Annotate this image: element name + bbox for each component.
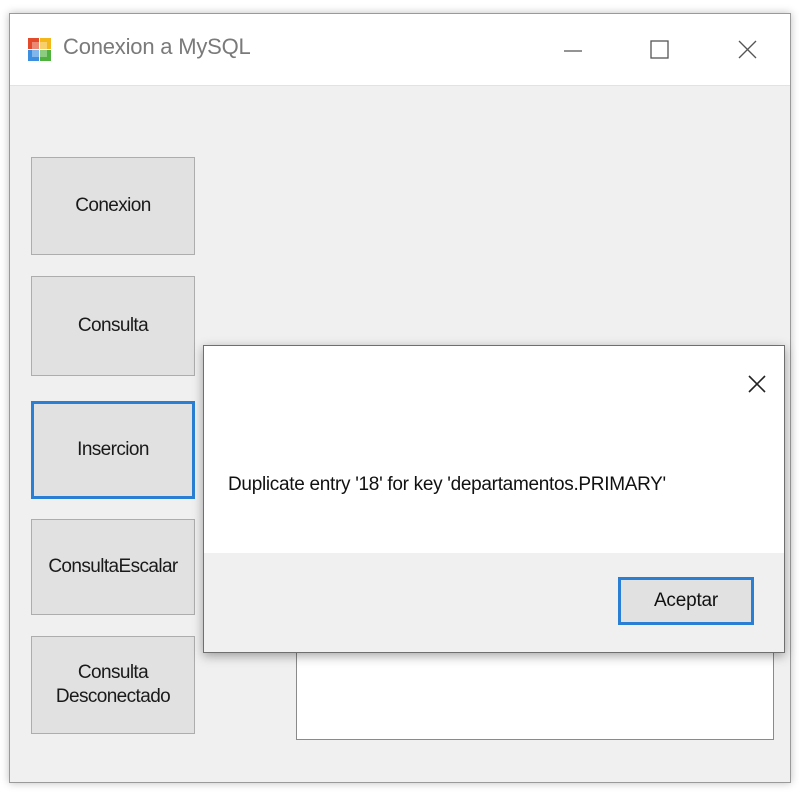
close-button[interactable]	[718, 28, 778, 72]
insercion-button[interactable]: Insercion	[31, 401, 195, 499]
aceptar-button[interactable]: Aceptar	[618, 577, 754, 625]
close-icon	[738, 40, 757, 59]
close-icon	[748, 375, 766, 393]
consulta-desconectado-button[interactable]: Consulta Desconectado	[31, 636, 195, 734]
conexion-button[interactable]: Conexion	[31, 157, 195, 255]
dialog-close-button[interactable]	[744, 371, 770, 397]
consulta-escalar-button[interactable]: ConsultaEscalar	[31, 519, 195, 615]
maximize-icon	[650, 40, 669, 59]
title-bar[interactable]: Conexion a MySQL	[10, 14, 790, 86]
consulta-button[interactable]: Consulta	[31, 276, 195, 376]
app-icon	[27, 37, 52, 62]
minimize-icon	[564, 50, 582, 52]
error-message: Duplicate entry '18' for key 'departamen…	[228, 474, 666, 495]
message-box-dialog: Duplicate entry '18' for key 'departamen…	[203, 345, 785, 653]
minimize-button[interactable]	[544, 28, 604, 72]
window-title: Conexion a MySQL	[63, 34, 251, 59]
results-listbox[interactable]	[296, 644, 774, 740]
dialog-footer: Aceptar	[204, 553, 784, 652]
maximize-button[interactable]	[630, 28, 690, 72]
